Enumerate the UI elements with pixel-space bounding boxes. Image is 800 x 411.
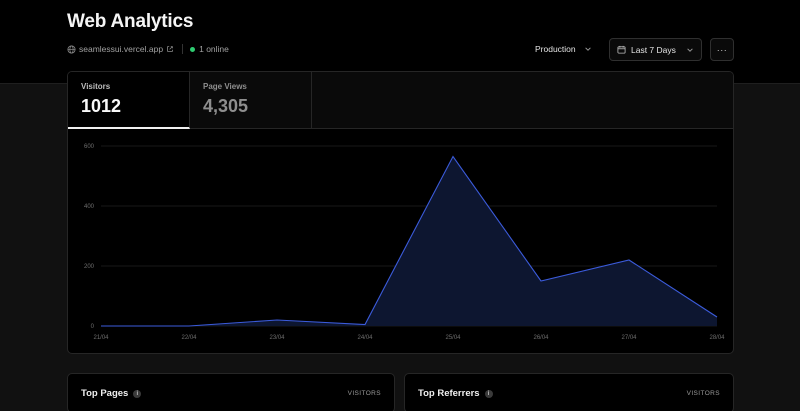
- data-point[interactable]: [275, 318, 280, 323]
- x-tick-label: 24/04: [357, 335, 373, 341]
- x-tick-label: 22/04: [181, 335, 197, 341]
- y-tick-label: 0: [91, 324, 95, 330]
- date-range-select[interactable]: Last 7 Days: [609, 38, 702, 61]
- x-tick-label: 21/04: [93, 335, 109, 341]
- date-range-value: Last 7 Days: [631, 44, 676, 55]
- data-point[interactable]: [627, 258, 632, 263]
- data-point[interactable]: [451, 154, 456, 159]
- y-tick-label: 200: [84, 264, 95, 270]
- info-icon[interactable]: i: [484, 389, 493, 398]
- card-title: Top Referrers i: [418, 388, 493, 399]
- tab-value: 4,305: [203, 96, 249, 116]
- tab-visitors[interactable]: Visitors 1012: [68, 72, 190, 129]
- more-icon: ···: [716, 44, 728, 55]
- y-tick-label: 600: [84, 144, 95, 150]
- card-title-text: Top Pages: [81, 388, 129, 399]
- external-link-icon[interactable]: [166, 45, 174, 53]
- visitors-area-chart: 0 200 400 600 21/04 22/04 23/04 24/04 25/04 26/04…: [84, 144, 725, 341]
- card-title-text: Top Referrers: [418, 388, 480, 399]
- data-point[interactable]: [715, 315, 720, 320]
- card-title: Top Pages i: [81, 388, 142, 399]
- online-status-dot: [190, 46, 196, 52]
- globe-icon: [67, 44, 76, 54]
- analytics-panel: Visitors 1012 Page Views 4,305 0 200 400 60…: [67, 71, 734, 354]
- site-info: seamlessui.vercel.app 1 online: [67, 44, 229, 54]
- online-count: 1 online: [199, 44, 229, 54]
- data-point[interactable]: [363, 322, 368, 327]
- x-tick-label: 26/04: [533, 335, 549, 341]
- tab-label: Visitors: [81, 82, 111, 91]
- column-header: VISITORS: [347, 390, 381, 397]
- more-options-button[interactable]: ···: [710, 38, 734, 61]
- data-point[interactable]: [539, 279, 544, 284]
- data-point[interactable]: [99, 324, 104, 329]
- x-tick-label: 23/04: [269, 335, 285, 341]
- data-point[interactable]: [187, 324, 192, 329]
- tab-label: Page Views: [203, 82, 247, 91]
- calendar-icon: [617, 45, 626, 54]
- tab-value: 1012: [81, 96, 122, 116]
- x-tick-label: 25/04: [445, 335, 461, 341]
- metric-tabs: Visitors 1012 Page Views 4,305: [68, 72, 733, 129]
- column-header: VISITORS: [686, 390, 720, 397]
- y-tick-label: 400: [84, 204, 95, 210]
- top-referrers-card: Top Referrers i VISITORS: [404, 373, 734, 411]
- x-tick-label: 28/04: [709, 335, 725, 341]
- chevron-down-icon: [585, 47, 591, 51]
- x-tick-label: 27/04: [621, 335, 637, 341]
- site-link[interactable]: seamlessui.vercel.app: [79, 44, 163, 54]
- info-icon[interactable]: i: [133, 389, 142, 398]
- top-pages-card: Top Pages i VISITORS: [67, 373, 395, 411]
- chevron-down-icon: [687, 47, 693, 52]
- environment-select[interactable]: Production: [528, 38, 598, 60]
- divider: [182, 44, 184, 54]
- tab-page-views[interactable]: Page Views 4,305: [190, 72, 312, 129]
- environment-value: Production: [535, 44, 576, 54]
- page-title: Web Analytics: [67, 11, 194, 32]
